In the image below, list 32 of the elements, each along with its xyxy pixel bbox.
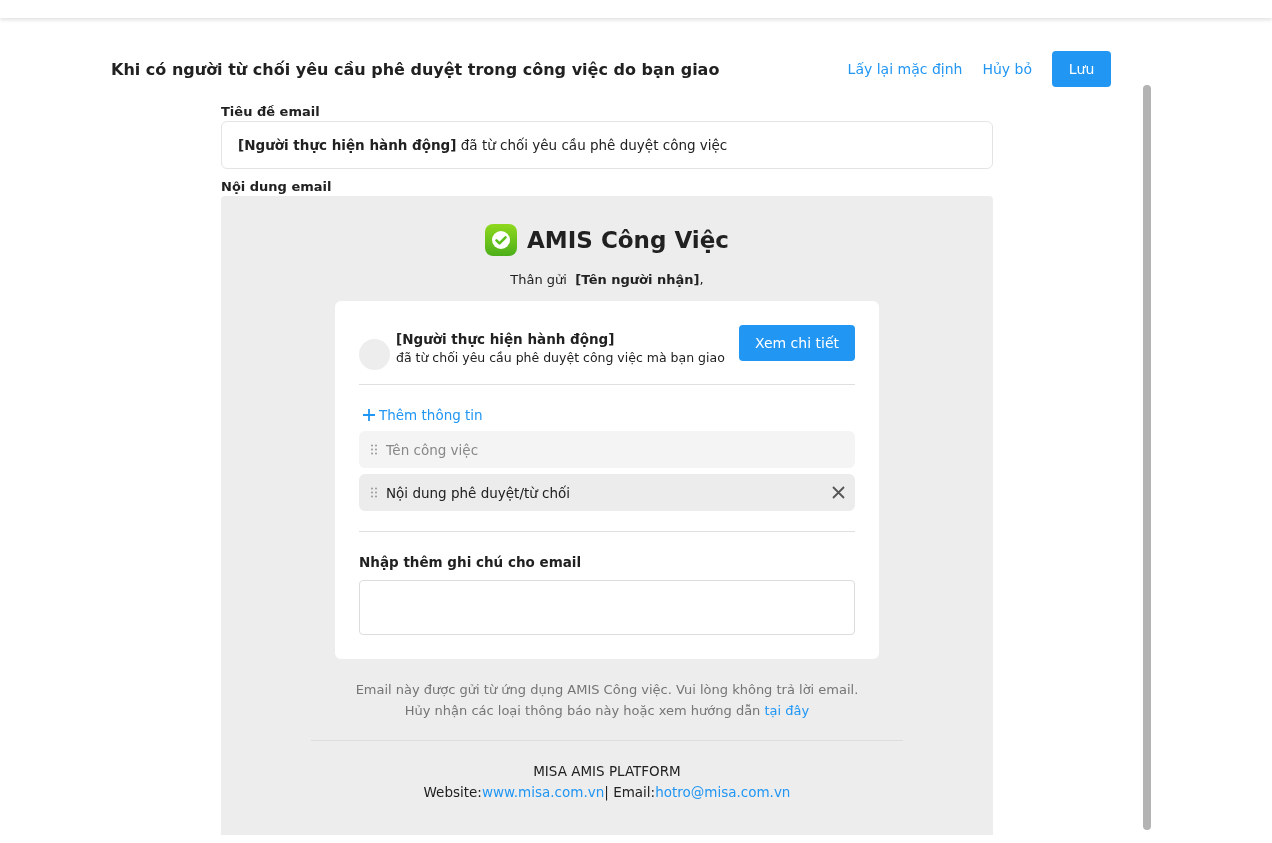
field-label: Tiêu đề email: [221, 104, 321, 119]
add-info-button[interactable]: Thêm thông tin: [359, 407, 487, 423]
info-field-label: Tên công việc: [386, 441, 480, 458]
check-logo-icon: [485, 224, 518, 256]
info-field-row[interactable]: Nội dung phê duyệt/từ chối: [359, 474, 855, 511]
page-title: Khi có người từ chối yêu cầu phê duyệt trong công việc do bạn giao: [111, 59, 720, 79]
note-field[interactable]: [359, 580, 855, 635]
field-label: Nội dung email: [221, 179, 333, 194]
footer-unsubscribe: Hủy nhận các loại thông báo này hoặc xem hướng dẫn tại đây: [403, 702, 811, 720]
close-icon[interactable]: [832, 486, 845, 499]
scrollbar[interactable]: [1143, 85, 1151, 830]
info-field-label: Nội dung phê duyệt/từ chối: [386, 484, 572, 501]
company-name: MISA AMIS PLATFORM: [532, 762, 682, 781]
here-link[interactable]: tại đây: [764, 703, 810, 718]
view-detail-button[interactable]: Xem chi tiết: [738, 325, 855, 361]
greeting: Thân gửi [Tên người nhận],: [510, 272, 704, 287]
footer-notice: Email này được gửi từ ứng dụng AMIS Công việc. Vui lòng không trả lời email.: [355, 681, 859, 699]
website-link[interactable]: www.misa.com.vn: [481, 784, 605, 800]
link-button[interactable]: Hủy bỏ: [982, 61, 1032, 77]
plus-icon: [363, 409, 375, 421]
subject-field[interactable]: [Người thực hiện hành động] đã từ chối yêu cầu phê duyệt công việc: [221, 121, 993, 169]
email-link[interactable]: hotro@misa.com.vn: [655, 784, 791, 800]
notification-message: đã từ chối yêu cầu phê duyệt công việc mà bạn giao: [396, 349, 726, 365]
brand-name: AMIS Công Việc: [527, 227, 729, 253]
drag-handle-icon[interactable]: [371, 487, 378, 498]
actor-name: [Người thực hiện hành động]: [396, 330, 616, 347]
drag-handle-icon[interactable]: [371, 444, 378, 455]
note-label: Nhập thêm ghi chú cho email: [359, 554, 583, 570]
contact-line: Website:www.misa.com.vn| Email:hotro@misa.com.vn: [423, 783, 791, 803]
link-button[interactable]: Lấy lại mặc định: [847, 61, 963, 77]
save-button[interactable]: Lưu: [1052, 51, 1111, 87]
info-field-row[interactable]: Tên công việc: [359, 431, 855, 468]
